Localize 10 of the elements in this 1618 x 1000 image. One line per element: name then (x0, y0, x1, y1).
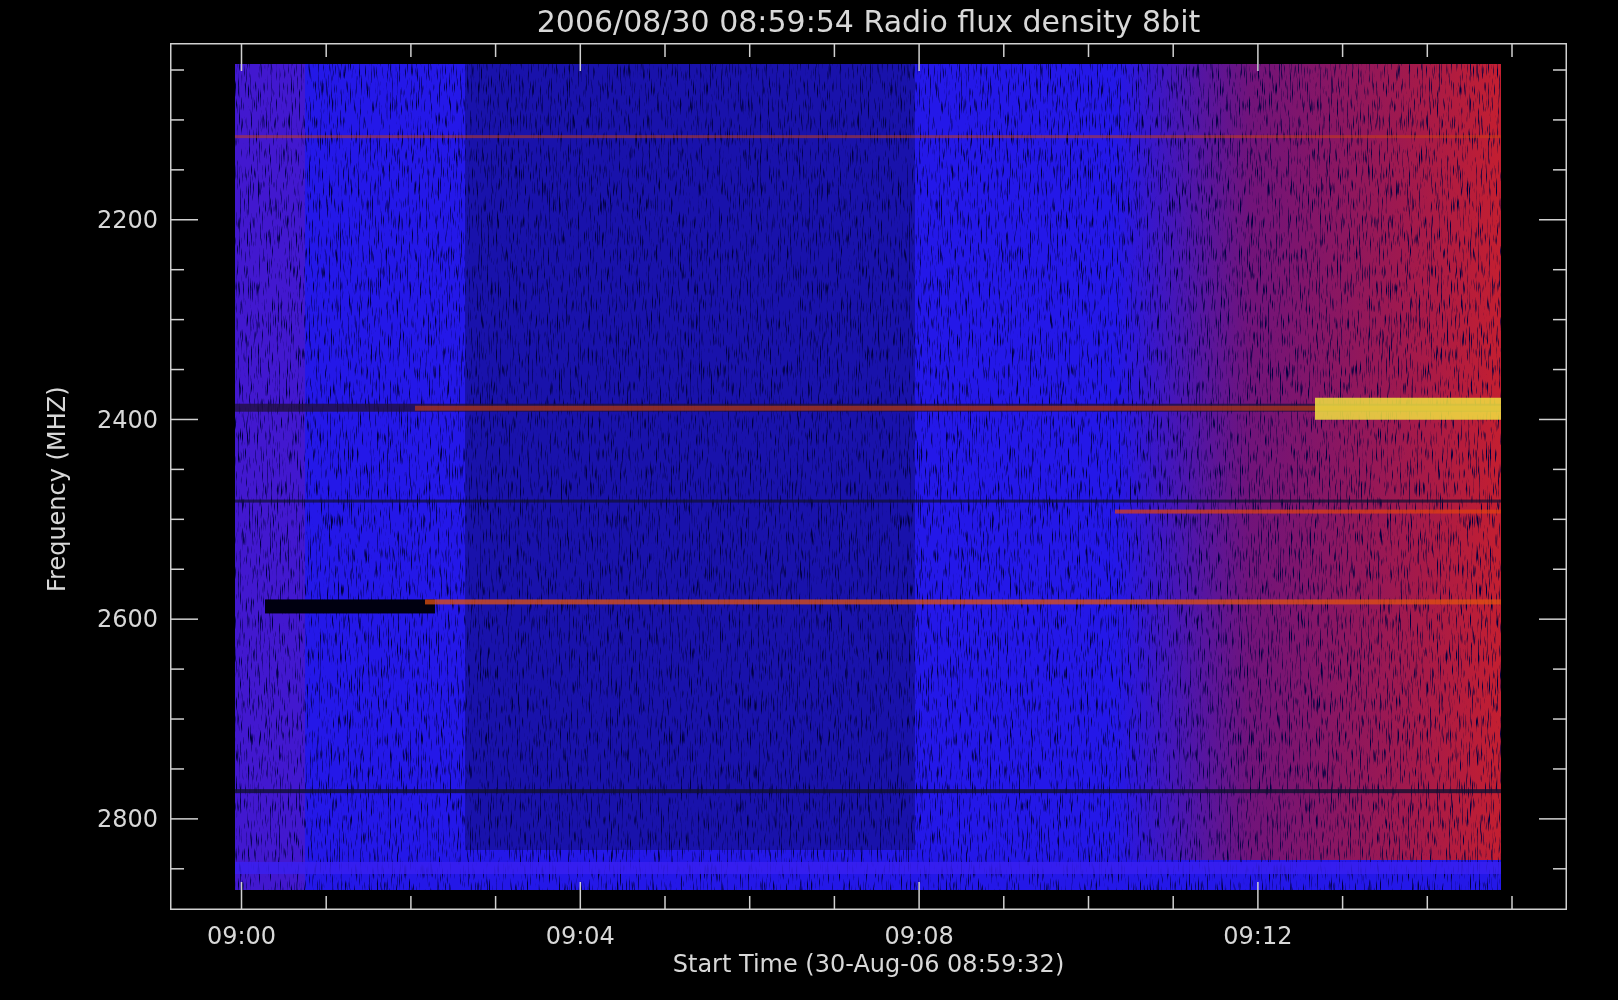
y-tick-label: 2200 (96, 208, 158, 232)
y-tick-label: 2600 (96, 607, 158, 632)
x-tick-label: 09:12 (1222, 924, 1294, 948)
y-tick-label: 2800 (96, 807, 158, 832)
chart-title: 2006/08/30 08:59:54 Radio flux density 8bit (536, 6, 1201, 37)
y-tick-label: 2400 (96, 407, 158, 432)
x-tick-label: 09:08 (883, 924, 955, 948)
x-tick-label: 09:00 (205, 924, 278, 948)
x-axis-label: Start Time (30-Aug-06 08:59:32) (671, 952, 1066, 976)
x-tick-label: 09:04 (544, 924, 616, 948)
